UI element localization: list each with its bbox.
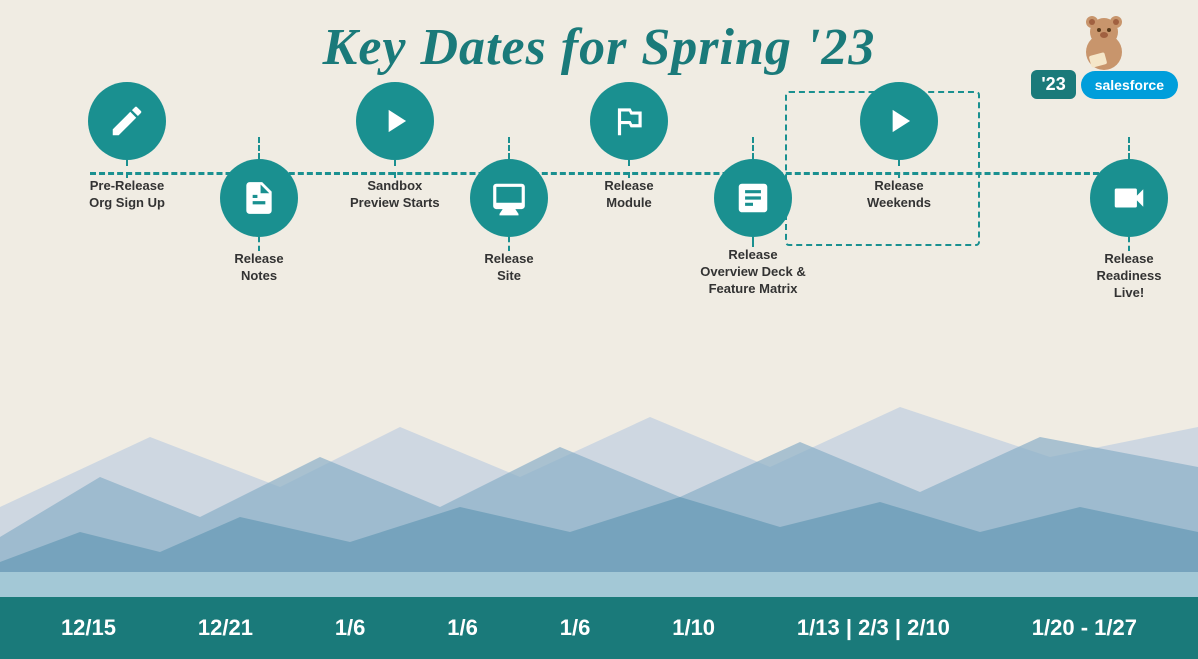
date-5: 1/6: [560, 615, 591, 641]
v-line-8a: [1128, 137, 1130, 159]
dates-bar: 12/15 12/21 1/6 1/6 1/6 1/10 1/13 | 2/3 …: [0, 597, 1198, 659]
sandbox-preview-circle: [356, 82, 434, 160]
item-release-overview: Release Overview Deck & Feature Matrix: [698, 137, 808, 298]
release-site-label: ReleaseSite: [484, 251, 533, 285]
page-title: Key Dates for Spring '23: [0, 0, 1198, 77]
item-release-readiness: Release Readiness Live!: [1090, 137, 1168, 302]
corner-logo: '23 salesforce: [1031, 10, 1178, 99]
date-3: 1/6: [335, 615, 366, 641]
release-notes-circle: [220, 159, 298, 237]
item-sandbox-preview: SandboxPreview Starts: [350, 82, 440, 212]
item-release-site: ReleaseSite: [470, 137, 548, 285]
date-2: 12/21: [198, 615, 253, 641]
mountain-background: [0, 377, 1198, 597]
pre-release-circle: [88, 82, 166, 160]
item-pre-release: Pre-ReleaseOrg Sign Up: [88, 82, 166, 212]
release-notes-label: ReleaseNotes: [234, 251, 283, 285]
v-line-8b: [1128, 237, 1130, 251]
v-line-5: [628, 160, 630, 178]
date-4: 1/6: [447, 615, 478, 641]
date-6: 1/10: [672, 615, 715, 641]
date-7: 1/13 | 2/3 | 2/10: [797, 615, 950, 641]
v-line-3: [394, 160, 396, 178]
pre-release-label: Pre-ReleaseOrg Sign Up: [89, 178, 165, 212]
item-release-module: ReleaseModule: [590, 82, 668, 212]
v-line-4a: [508, 137, 510, 159]
release-overview-label: Release Overview Deck & Feature Matrix: [698, 247, 808, 298]
timeline-area: Pre-ReleaseOrg Sign Up ReleaseNotes Sand…: [0, 87, 1198, 287]
release-module-label: ReleaseModule: [604, 178, 653, 212]
v-line-4b: [508, 237, 510, 251]
release-module-circle: [590, 82, 668, 160]
v-line-2b: [258, 237, 260, 251]
release-weekends-circle: [860, 82, 938, 160]
release-readiness-label: Release Readiness Live!: [1090, 251, 1168, 302]
salesforce-brand: salesforce: [1081, 71, 1178, 99]
date-1: 12/15: [61, 615, 116, 641]
item-release-weekends: ReleaseWeekends: [860, 82, 938, 212]
release-overview-circle: [714, 159, 792, 237]
release-readiness-circle: [1090, 159, 1168, 237]
item-release-notes: ReleaseNotes: [220, 137, 298, 285]
v-line-2a: [258, 137, 260, 159]
release-site-circle: [470, 159, 548, 237]
sandbox-preview-label: SandboxPreview Starts: [350, 178, 440, 212]
v-line-7: [898, 160, 900, 178]
v-line-6b: [752, 237, 754, 247]
spring-badge: '23: [1031, 70, 1075, 99]
v-line-6a: [752, 137, 754, 159]
v-line-1: [126, 160, 128, 178]
date-8: 1/20 - 1/27: [1032, 615, 1137, 641]
release-weekends-label: ReleaseWeekends: [867, 178, 931, 212]
bear-icon: [1072, 10, 1137, 75]
